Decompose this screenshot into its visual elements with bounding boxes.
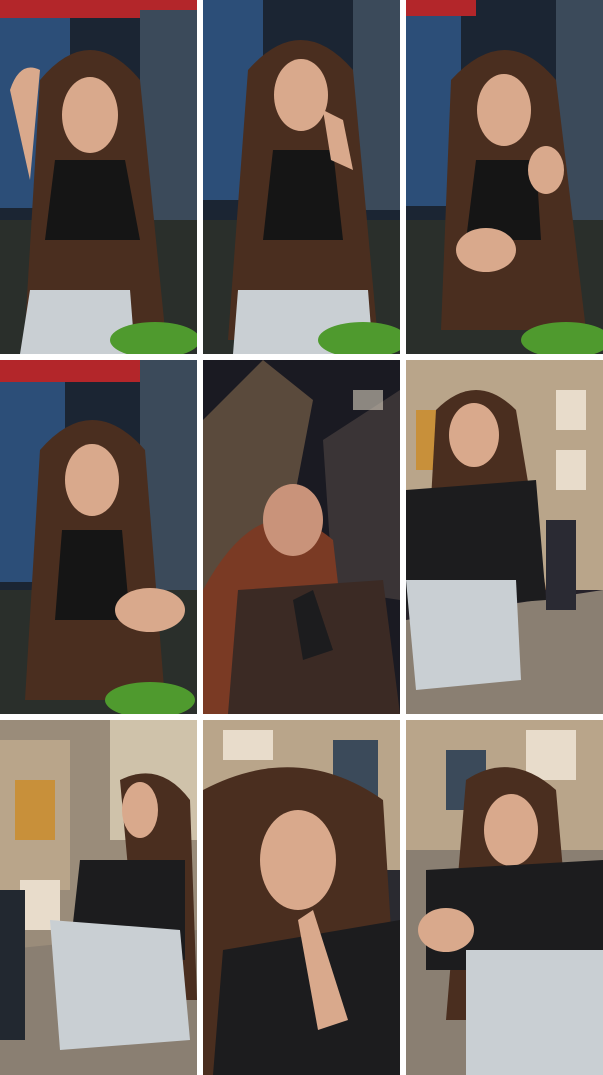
- photo-cafe-gesturing: [406, 0, 603, 354]
- photo-collage: [0, 0, 603, 1075]
- photo-night-street-blurred: [203, 360, 400, 714]
- photo-cafe-hand-in-hair: [0, 0, 197, 354]
- photo-night-street-talking: [203, 720, 400, 1075]
- photo-night-street-crouching: [406, 360, 603, 714]
- photo-night-street-crouching-front: [406, 720, 603, 1075]
- photo-cafe-finger-raised: [203, 0, 400, 354]
- photo-cafe-hand-gesture-low: [0, 360, 197, 714]
- photo-night-street-crouching-profile: [0, 720, 197, 1075]
